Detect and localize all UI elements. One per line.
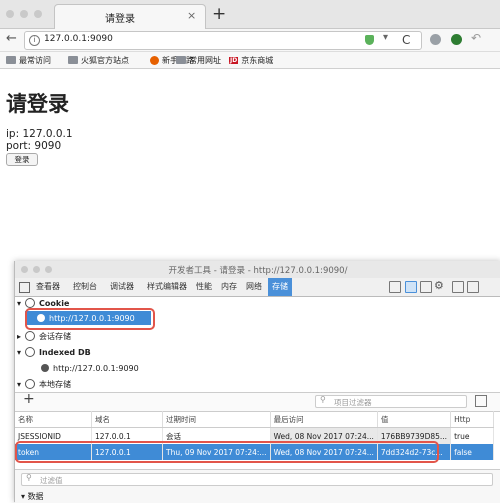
bookmark-item[interactable]: 最常访问	[6, 53, 51, 67]
tab-memory[interactable]: 内存	[217, 278, 241, 296]
screenshot-icon[interactable]	[420, 281, 432, 293]
bookmark-label: 常用网址	[189, 55, 221, 65]
navigation-bar: ← i 127.0.0.1:9090 ▾	[0, 29, 500, 52]
bookmark-item[interactable]: 常用网址	[176, 53, 221, 67]
tree-label: http://127.0.0.1:9090	[53, 363, 139, 373]
folder-icon	[176, 56, 186, 64]
tab-title: 请登录	[105, 14, 135, 25]
ip-text: ip: 127.0.0.1	[6, 128, 73, 140]
tab-style-editor[interactable]: 样式编辑器	[143, 278, 191, 296]
bookmark-label: 京东商城	[241, 55, 274, 65]
tree-label: 本地存储	[39, 379, 72, 389]
url-text[interactable]: 127.0.0.1:9090	[44, 34, 113, 44]
tree-label: Indexed DB	[39, 347, 91, 357]
tree-label: Cookie	[39, 298, 70, 308]
devtools-window: 开发者工具 - 请登录 - http://127.0.0.1:9090/ 查看器…	[14, 261, 500, 503]
tab-network[interactable]: 网络	[242, 278, 266, 296]
browser-tab[interactable]: 请登录 ×	[54, 4, 206, 29]
bookmarks-bar: 最常访问 火狐官方站点 新手上路 常用网址 JD 京东商城	[0, 52, 500, 69]
folder-icon	[68, 56, 78, 64]
globe-icon	[41, 364, 49, 372]
column-header[interactable]: 值	[377, 411, 452, 428]
data-section-label: 数据	[27, 492, 44, 501]
column-header[interactable]: 域名	[91, 411, 163, 428]
sidebar-panel: ⚲ 过滤值 ▾ 数据	[15, 469, 500, 503]
expander-open-icon[interactable]: ▾	[21, 492, 25, 501]
table-cell[interactable]: true	[450, 427, 495, 444]
table-cell[interactable]: false	[450, 444, 495, 460]
expander-open-icon[interactable]: ▾	[17, 348, 21, 357]
extension-icon[interactable]	[430, 34, 441, 45]
filter-placeholder: 过滤值	[40, 476, 63, 485]
port-text: port: 9090	[6, 140, 62, 152]
tree-item-indexeddb-host[interactable]: http://127.0.0.1:9090	[41, 361, 221, 375]
tab-inspector[interactable]: 查看器	[32, 278, 64, 296]
database-icon	[25, 347, 36, 357]
column-header[interactable]: Http	[450, 411, 495, 428]
tab-console[interactable]: 控制台	[69, 278, 101, 296]
tab-debugger[interactable]: 调试器	[106, 278, 138, 296]
value-filter-input[interactable]: ⚲ 过滤值	[21, 473, 493, 486]
tree-item-session-storage[interactable]: ▸ 会话存储	[17, 329, 197, 343]
expander-open-icon[interactable]: ▾	[17, 380, 21, 389]
tree-item-local-storage[interactable]: ▾ 本地存储	[17, 377, 197, 391]
database-icon	[25, 379, 36, 389]
shield-icon[interactable]	[365, 35, 374, 45]
maximize-window-icon[interactable]	[34, 10, 42, 18]
new-tab-button[interactable]: +	[212, 4, 226, 24]
url-dropdown-icon[interactable]: ▾	[383, 32, 388, 43]
database-icon	[25, 331, 36, 341]
item-filter-input[interactable]: ⚲ 项目过滤器	[315, 395, 467, 408]
highlight-box	[25, 308, 155, 330]
add-item-button[interactable]: +	[23, 391, 35, 407]
devtools-tab-bar: 查看器 控制台 调试器 样式编辑器 性能 内存 网络 存储 ⚙	[15, 278, 500, 297]
tab-performance[interactable]: 性能	[192, 278, 216, 296]
info-icon[interactable]: i	[29, 35, 40, 46]
highlight-box	[15, 441, 439, 463]
bookmark-item[interactable]: JD 京东商城	[229, 53, 273, 67]
expander-closed-icon[interactable]: ▸	[17, 332, 21, 341]
tree-label: 会话存储	[39, 331, 72, 341]
database-icon	[25, 298, 36, 308]
column-header[interactable]: 过期时间	[162, 411, 271, 428]
tab-storage[interactable]: 存储	[268, 278, 292, 296]
login-button[interactable]: 登录	[6, 153, 38, 166]
sidebar-toggle-icon[interactable]	[475, 395, 487, 407]
minimize-window-icon[interactable]	[20, 10, 28, 18]
firefox-icon	[150, 55, 159, 65]
search-icon: ⚲	[26, 473, 32, 482]
bookmark-label: 最常访问	[19, 55, 51, 65]
split-console-icon[interactable]	[389, 281, 401, 293]
account-icon[interactable]	[451, 34, 462, 45]
expander-open-icon[interactable]: ▾	[17, 299, 21, 308]
close-window-icon[interactable]	[6, 10, 14, 18]
dock-icon[interactable]	[452, 281, 464, 293]
column-header[interactable]: 名称	[15, 411, 92, 428]
responsive-design-icon[interactable]	[405, 281, 417, 293]
undock-icon[interactable]	[467, 281, 479, 293]
search-icon: ⚲	[320, 395, 326, 404]
reload-button[interactable]: C	[402, 33, 410, 47]
settings-icon[interactable]: ⚙	[434, 279, 444, 292]
bookmark-item[interactable]: 火狐官方站点	[68, 53, 129, 67]
filter-placeholder: 项目过滤器	[334, 398, 372, 407]
jd-icon: JD	[229, 56, 239, 64]
url-bar[interactable]: i 127.0.0.1:9090 ▾	[24, 31, 422, 50]
devtools-title: 开发者工具 - 请登录 - http://127.0.0.1:9090/	[168, 266, 348, 276]
tab-strip: 请登录 × +	[0, 0, 500, 29]
bookmark-label: 火狐官方站点	[81, 55, 129, 65]
devtools-titlebar: 开发者工具 - 请登录 - http://127.0.0.1:9090/	[15, 261, 500, 279]
pick-element-icon[interactable]	[19, 282, 30, 293]
close-tab-icon[interactable]: ×	[187, 9, 196, 22]
folder-icon	[6, 56, 16, 64]
back-button[interactable]: ←	[6, 31, 17, 46]
data-section-header[interactable]: ▾ 数据	[21, 491, 44, 502]
undo-icon[interactable]: ↶	[471, 31, 481, 45]
page-title: 请登录	[6, 92, 69, 116]
tree-item-indexeddb[interactable]: ▾ Indexed DB	[17, 345, 197, 359]
column-header[interactable]: 最后访问	[270, 411, 378, 428]
